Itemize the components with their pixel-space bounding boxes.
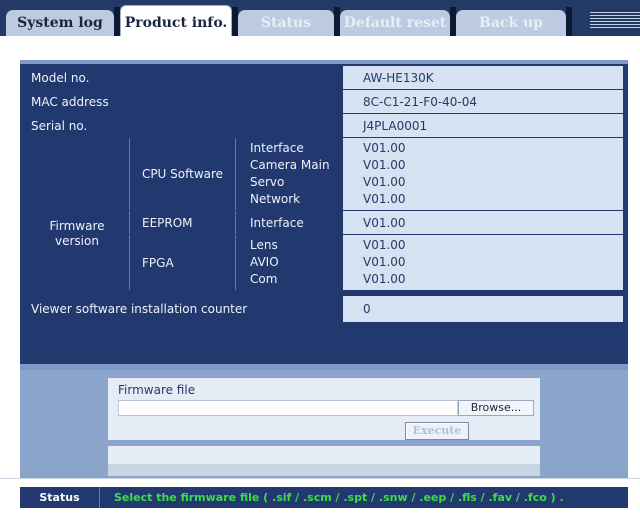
firmware-version-label: Firmware version — [25, 138, 129, 290]
model-label: Model no. — [25, 66, 343, 89]
viewer-counter-value: 0 — [343, 296, 623, 322]
fpga-item-name: Lens — [250, 238, 278, 252]
firmware-progress-area — [108, 446, 540, 476]
fpga-label: FPGA — [129, 235, 235, 290]
execute-button[interactable]: Execute — [405, 422, 469, 440]
tab-default-reset[interactable]: Default reset — [340, 10, 450, 36]
cpu-item-version: V01.00 — [363, 175, 406, 189]
decorative-stripes — [590, 12, 640, 30]
mac-address-label: MAC address — [25, 90, 343, 113]
fpga-item-name: AVIO — [250, 255, 279, 269]
product-info-table: Model no. AW-HE130K MAC address 8C-C1-21… — [25, 65, 623, 323]
serial-label: Serial no. — [25, 114, 343, 137]
firmware-file-label: Firmware file — [118, 383, 196, 397]
model-value: AW-HE130K — [343, 66, 623, 89]
viewer-counter-label: Viewer software installation counter — [25, 296, 343, 322]
fpga-items-versions: V01.00 V01.00 V01.00 — [343, 235, 623, 290]
firmware-file-box: Firmware file Browse... Execute — [108, 378, 540, 440]
tab-separator — [566, 7, 572, 36]
spacer — [25, 291, 623, 295]
firmware-update-area: Firmware file Browse... Execute — [20, 370, 628, 478]
mac-address-value: 8C-C1-21-F0-40-04 — [343, 90, 623, 113]
cpu-software-label: CPU Software — [129, 138, 235, 210]
eeprom-label: EEPROM — [129, 211, 235, 234]
firmware-file-input[interactable] — [118, 400, 458, 416]
fpga-items-names: Lens AVIO Com — [235, 235, 343, 290]
tab-product-info[interactable]: Product info. — [120, 5, 232, 36]
eeprom-item-name: Interface — [235, 211, 343, 234]
table-row: MAC address 8C-C1-21-F0-40-04 — [25, 90, 623, 113]
status-label: Status — [20, 487, 100, 508]
table-row: Viewer software installation counter 0 — [25, 296, 623, 322]
fpga-item-version: V01.00 — [363, 238, 406, 252]
tab-system-log[interactable]: System log — [6, 10, 114, 36]
browse-button[interactable]: Browse... — [458, 400, 534, 416]
fpga-item-name: Com — [250, 272, 278, 286]
tab-bar: System log Product info. Status Default … — [0, 0, 640, 36]
cpu-items-names: Interface Camera Main Servo Network — [235, 138, 343, 210]
fpga-item-version: V01.00 — [363, 272, 406, 286]
main-content: Model no. AW-HE130K MAC address 8C-C1-21… — [0, 36, 640, 479]
product-info-panel: Model no. AW-HE130K MAC address 8C-C1-21… — [20, 60, 628, 478]
cpu-item-name: Camera Main — [250, 158, 330, 172]
cpu-items-versions: V01.00 V01.00 V01.00 V01.00 — [343, 138, 623, 210]
cpu-item-name: Servo — [250, 175, 285, 189]
fpga-item-version: V01.00 — [363, 255, 406, 269]
tab-status[interactable]: Status — [238, 10, 334, 36]
progress-bar — [108, 464, 540, 476]
cpu-item-version: V01.00 — [363, 192, 406, 206]
cpu-item-version: V01.00 — [363, 141, 406, 155]
table-row: Firmware version CPU Software Interface … — [25, 138, 623, 290]
table-spacer — [25, 291, 623, 295]
firmware-label-line2: version — [55, 234, 99, 248]
status-bar: Status Select the firmware file ( .sif /… — [20, 487, 628, 508]
firmware-label-line1: Firmware — [49, 219, 105, 233]
cpu-item-version: V01.00 — [363, 158, 406, 172]
table-row: Model no. AW-HE130K — [25, 66, 623, 89]
eeprom-item-version: V01.00 — [343, 211, 623, 234]
tab-back-up[interactable]: Back up — [456, 10, 566, 36]
table-row: Serial no. J4PLA0001 — [25, 114, 623, 137]
status-message: Select the firmware file ( .sif / .scm /… — [114, 491, 564, 504]
product-info-table-area: Model no. AW-HE130K MAC address 8C-C1-21… — [20, 64, 628, 364]
cpu-item-name: Network — [250, 192, 301, 206]
cpu-item-name: Interface — [250, 141, 304, 155]
serial-value: J4PLA0001 — [343, 114, 623, 137]
